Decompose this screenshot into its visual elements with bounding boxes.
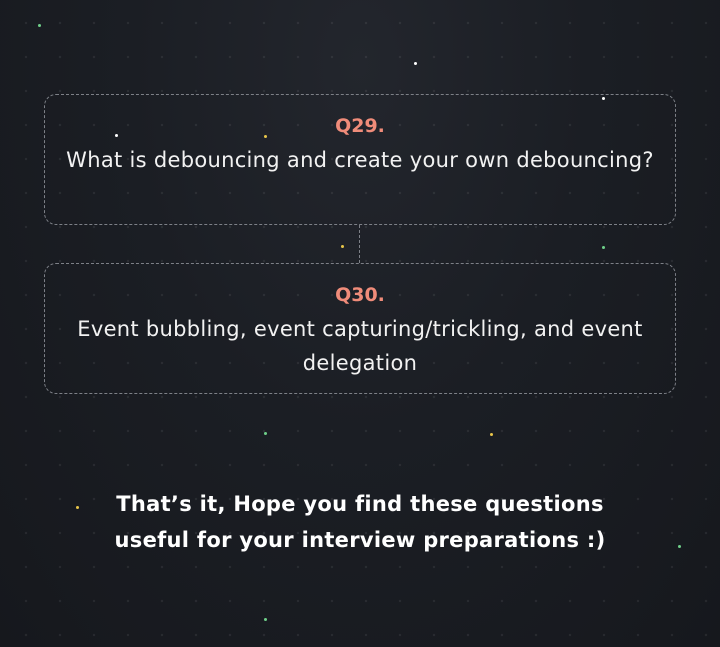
question-card-29: Q29. What is debouncing and create your … [44,94,676,225]
sparkle-dot [414,62,417,65]
sparkle-dot [38,24,41,27]
slide: { "questions": [ { "number": "Q29.", "te… [0,0,720,647]
closing-message: That’s it, Hope you find these questions… [114,492,606,552]
question-number: Q30. [335,284,385,306]
sparkle-dot [264,618,267,621]
question-card-30: Q30. Event bubbling, event capturing/tri… [44,263,676,394]
question-number: Q29. [335,115,385,137]
sparkle-dot [490,433,493,436]
sparkle-dot [341,245,344,248]
question-text: Event bubbling, event capturing/tricklin… [77,317,643,375]
sparkle-dot [76,506,79,509]
question-text: What is debouncing and create your own d… [66,148,654,172]
sparkle-dot [264,432,267,435]
sparkle-dot [602,246,605,249]
connector-line [359,225,360,263]
sparkle-dot [678,545,681,548]
